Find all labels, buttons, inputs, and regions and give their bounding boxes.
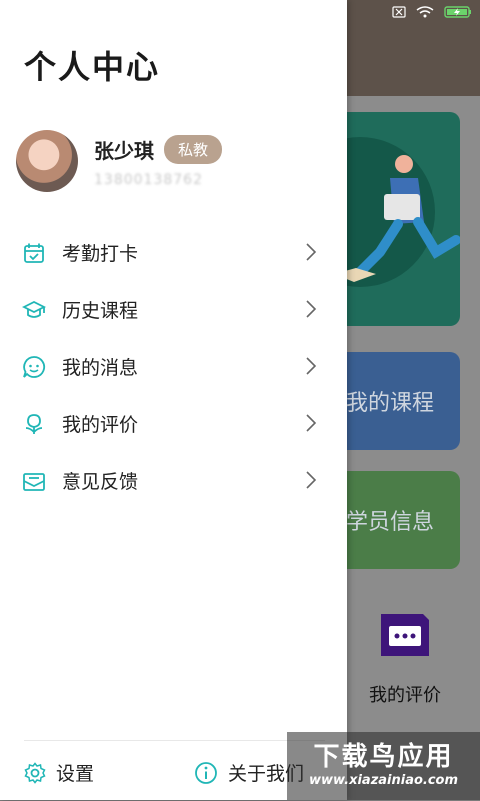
background-card-course-label: 我的课程 <box>345 391 434 416</box>
drawer-footer: 设置 关于我们 <box>24 740 325 801</box>
watermark-bottom: www.xiazainiao.com <box>308 773 459 788</box>
menu-item-attendance[interactable]: 考勤打卡 <box>0 224 347 281</box>
settings-label: 设置 <box>56 763 95 785</box>
background-eval: 我的评价 <box>350 610 460 707</box>
drawer-title: 个人中心 <box>24 48 161 86</box>
settings-button[interactable]: 设置 <box>24 759 94 786</box>
user-phone: 13800138762 <box>94 171 203 188</box>
status-bar <box>392 6 472 18</box>
menu-item-my-evaluations[interactable]: 我的评价 <box>0 395 347 452</box>
chevron-right-icon <box>306 300 317 318</box>
menu-item-feedback[interactable]: 意见反馈 <box>0 452 347 509</box>
gear-icon <box>24 761 46 784</box>
watermark-top: 下载鸟应用 <box>313 742 454 772</box>
comment-icon <box>381 614 429 656</box>
chevron-right-icon <box>306 357 317 375</box>
name-row: 张少琪 私教 <box>94 134 223 164</box>
wifi-icon <box>416 6 434 18</box>
menu-item-label: 我的评价 <box>62 414 139 436</box>
info-icon <box>195 761 217 784</box>
menu-item-label: 考勤打卡 <box>62 243 139 265</box>
calendar-check-icon <box>22 241 46 265</box>
user-name: 张少琪 <box>94 138 154 163</box>
no-sim-icon <box>392 6 406 18</box>
graduation-cap-icon <box>22 298 46 322</box>
chevron-right-icon <box>306 414 317 432</box>
menu-item-label: 历史课程 <box>62 300 139 322</box>
menu-item-label: 我的消息 <box>62 357 139 379</box>
flower-icon <box>22 412 46 436</box>
menu-item-messages[interactable]: 我的消息 <box>0 338 347 395</box>
drawer-menu: 考勤打卡 历史课程 我的消息 我的评价 意见反馈 <box>0 224 347 509</box>
chevron-right-icon <box>306 471 317 489</box>
chat-bubble-icon <box>22 355 46 379</box>
menu-item-label: 意见反馈 <box>62 471 139 493</box>
profile-info: 张少琪 私教 13800138762 <box>94 134 223 188</box>
background-eval-label: 我的评价 <box>369 685 441 706</box>
profile-section[interactable]: 张少琪 私教 13800138762 <box>16 130 223 192</box>
chevron-right-icon <box>306 243 317 261</box>
envelope-icon <box>22 469 46 493</box>
avatar[interactable] <box>16 130 78 192</box>
navigation-drawer: 个人中心 张少琪 私教 13800138762 考勤打卡 历史课程 我的消息 我… <box>0 0 347 800</box>
battery-charging-icon <box>444 6 471 18</box>
role-badge: 私教 <box>164 134 223 164</box>
watermark: 下载鸟应用 www.xiazainiao.com <box>287 732 480 800</box>
menu-item-history-courses[interactable]: 历史课程 <box>0 281 347 338</box>
background-card-student-label: 学员信息 <box>345 510 434 535</box>
